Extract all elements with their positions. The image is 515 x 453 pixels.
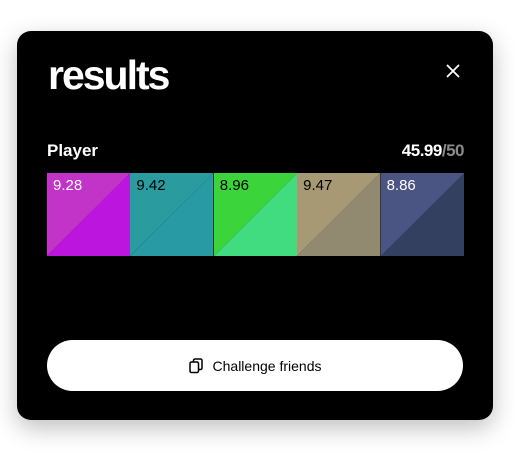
tile-score: 9.28 [53, 177, 83, 194]
color-tile: 8.86 [380, 173, 464, 256]
score-total: 45.99 [401, 141, 443, 160]
player-row: Player 45.99/50 [47, 139, 464, 163]
color-tile: 9.42 [130, 173, 214, 256]
results-modal: results Player 45.99/50 9.28 9.42 8.96 9.47… [17, 31, 493, 420]
color-tile: 9.28 [47, 173, 131, 256]
score-max: 50 [446, 141, 464, 160]
color-tile: 9.47 [297, 173, 381, 256]
copy-icon [188, 357, 203, 374]
modal-title: results [48, 52, 170, 98]
close-button[interactable] [441, 59, 465, 83]
close-icon [446, 64, 460, 78]
player-score: 45.99/50 [401, 139, 465, 163]
color-score-tiles: 9.28 9.42 8.96 9.47 8.86 [47, 173, 464, 256]
challenge-friends-button[interactable]: Challenge friends [47, 340, 463, 391]
challenge-friends-label: Challenge friends [212, 357, 322, 374]
tile-score: 8.86 [386, 177, 416, 194]
tile-score: 8.96 [219, 177, 249, 194]
tile-score: 9.47 [303, 177, 333, 194]
tile-score: 9.42 [136, 177, 166, 194]
player-name: Player [47, 141, 99, 160]
color-tile: 8.96 [213, 173, 298, 256]
